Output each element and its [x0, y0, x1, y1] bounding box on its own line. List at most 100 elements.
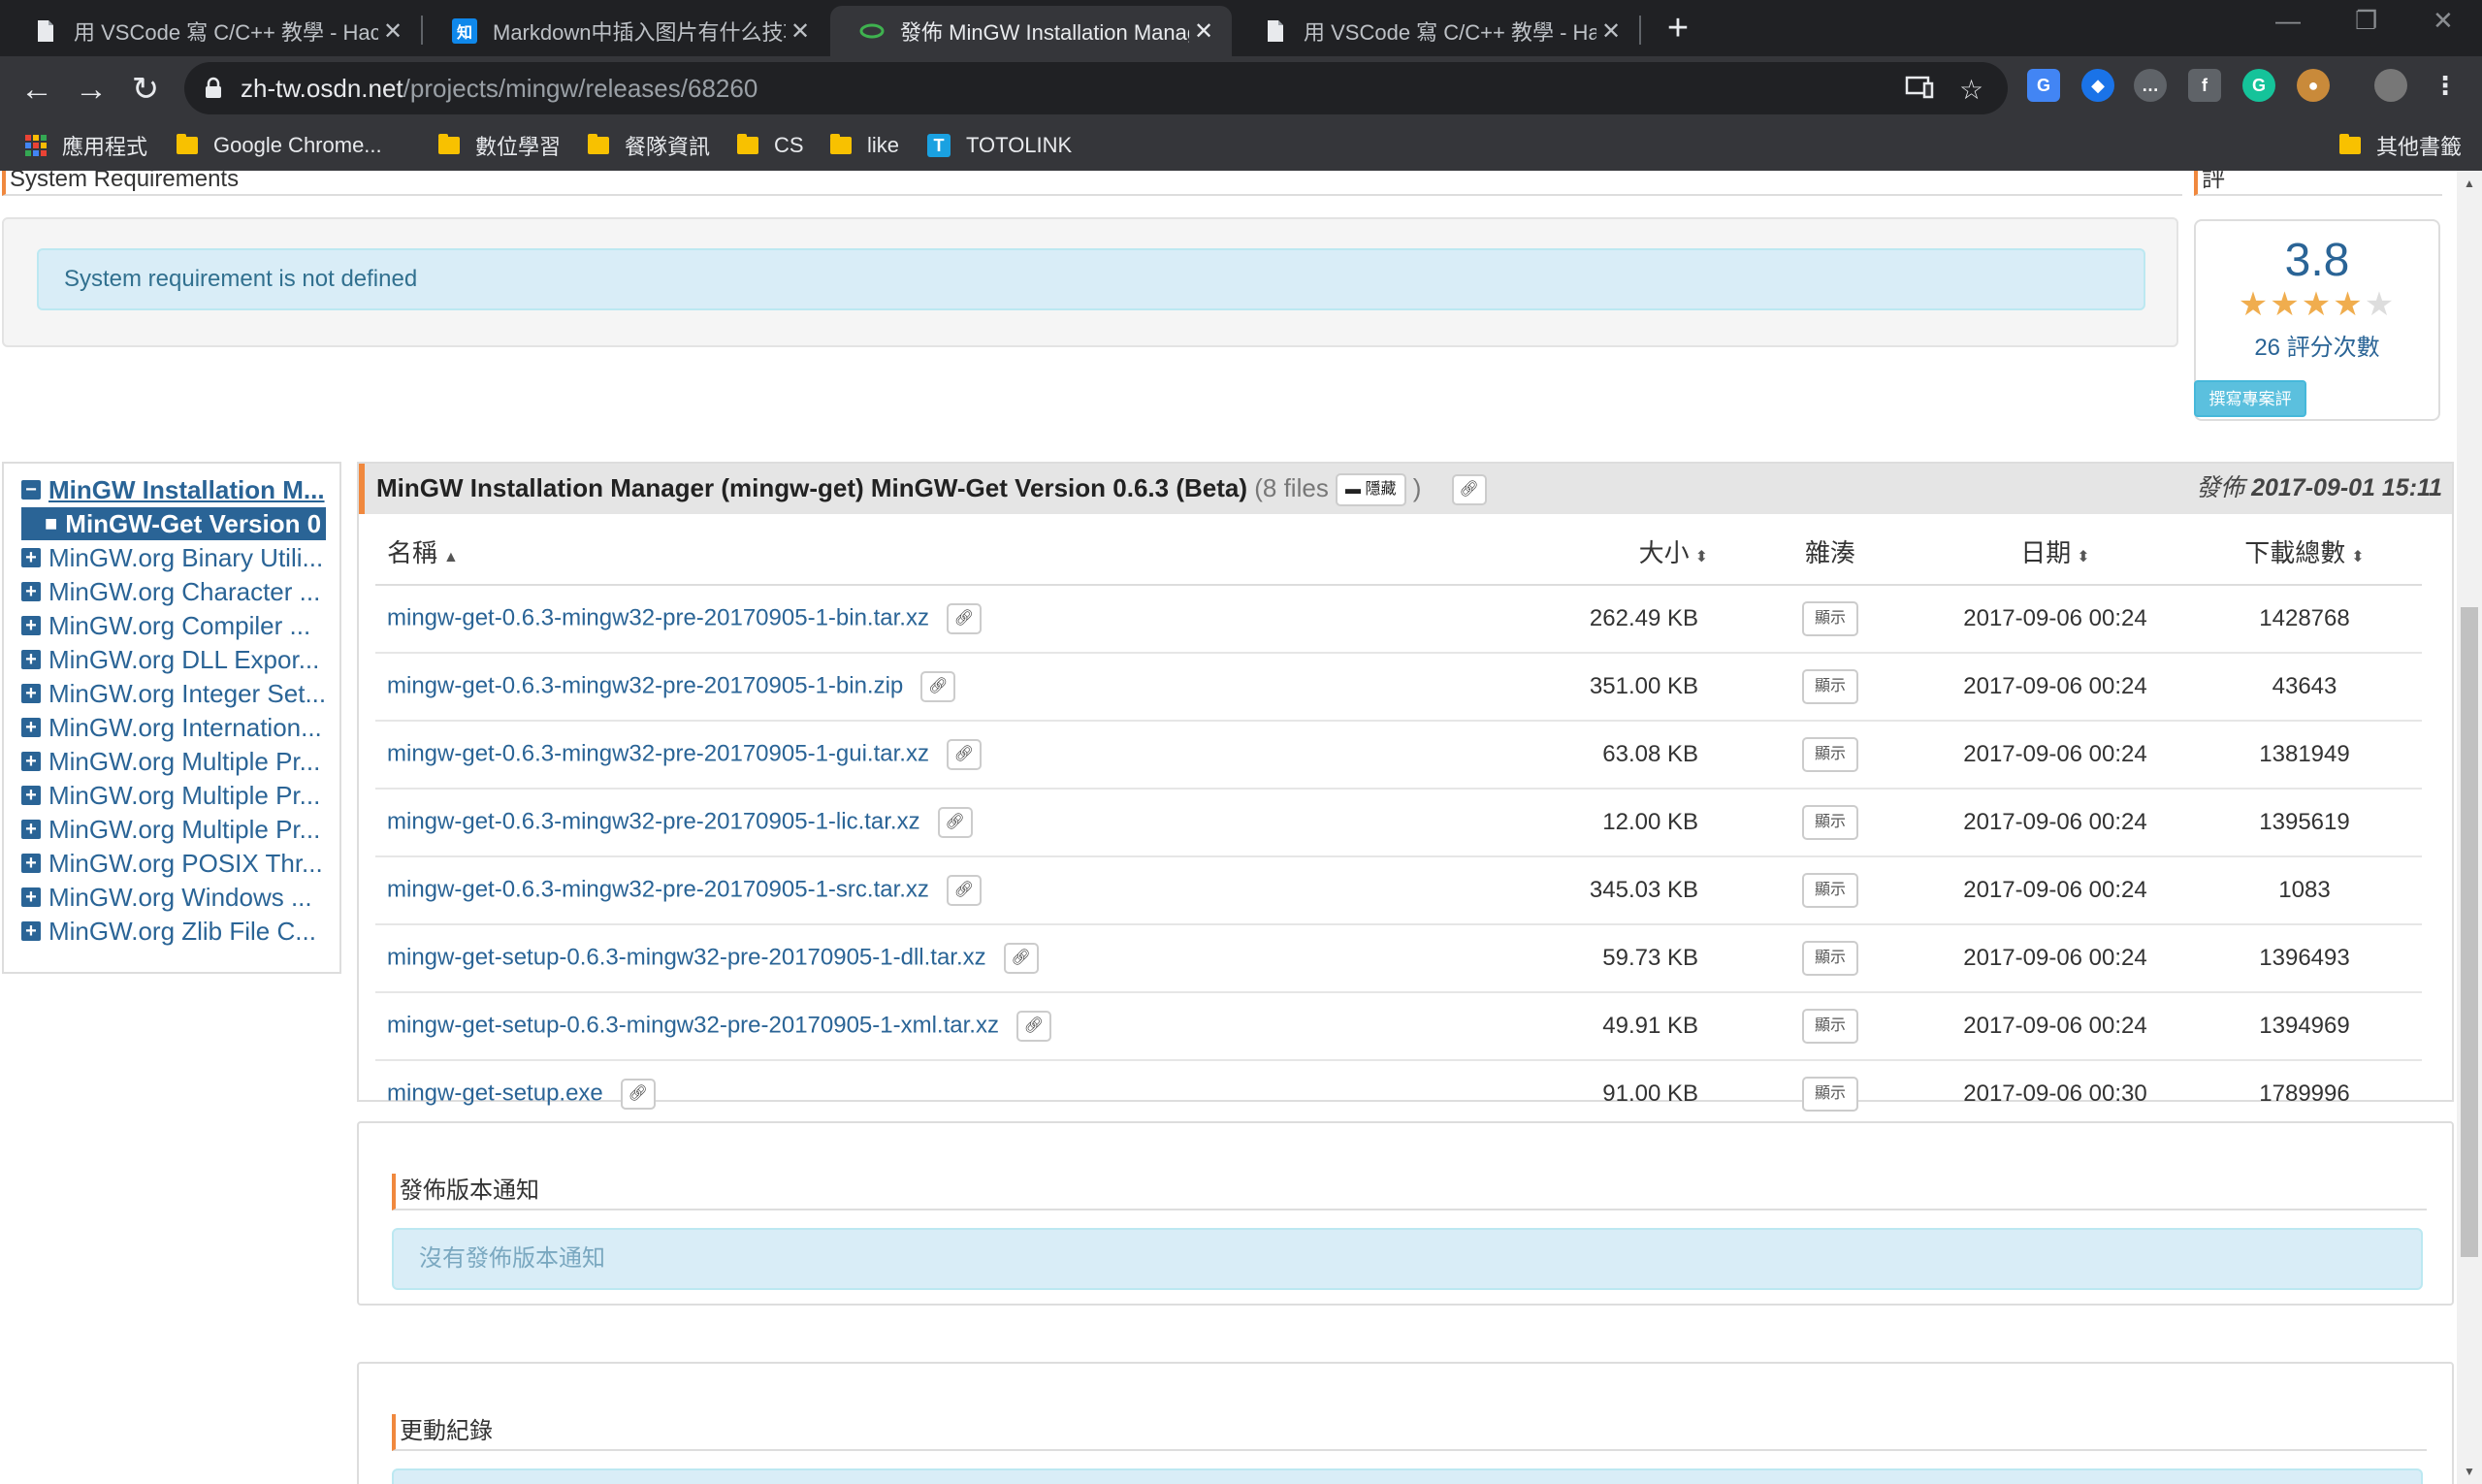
hide-button[interactable]: ▬ 隱藏 — [1336, 473, 1406, 507]
show-hash-button[interactable]: 顯示 — [1802, 941, 1858, 976]
scrollbar[interactable]: ▲ ▼ — [2457, 171, 2482, 1484]
close-icon[interactable]: ✕ — [378, 17, 407, 46]
reload-icon[interactable]: ↻ — [126, 70, 165, 109]
tree-item[interactable]: + MinGW.org Multiple Pr... — [21, 813, 320, 846]
tree-item[interactable]: + MinGW.org Zlib File C... — [21, 915, 316, 948]
tab-vscode-2[interactable]: 用 VSCode 寫 C/C++ 教學 - Hac ✕ — [1234, 6, 1639, 56]
permalink-icon[interactable]: 🔗︎ — [1451, 474, 1487, 506]
bookmark-folder[interactable]: CS — [737, 120, 804, 171]
file-link[interactable]: mingw-get-setup-0.6.3-mingw32-pre-201709… — [387, 1012, 999, 1038]
folder-icon — [438, 134, 460, 154]
close-icon[interactable]: ✕ — [786, 17, 815, 46]
tree-item[interactable]: + MinGW.org POSIX Thr... — [21, 847, 323, 880]
scroll-down-icon[interactable]: ▼ — [2464, 1465, 2475, 1478]
minimize-icon[interactable]: — — [2275, 6, 2301, 36]
file-link[interactable]: mingw-get-0.6.3-mingw32-pre-20170905-1-l… — [387, 808, 920, 834]
tree-item[interactable]: + MinGW.org Multiple Pr... — [21, 779, 320, 812]
plus-icon[interactable]: + — [21, 786, 41, 805]
file-link[interactable]: mingw-get-setup.exe — [387, 1080, 603, 1106]
star-bookmark-icon[interactable]: ☆ — [1959, 74, 1983, 106]
menu-icon[interactable]: ⋮ — [2429, 69, 2462, 102]
col-date[interactable]: 日期 ⬍ — [1923, 518, 2187, 586]
plus-icon[interactable]: + — [21, 887, 41, 907]
permalink-icon[interactable]: 🔗︎ — [946, 739, 982, 770]
show-hash-button[interactable]: 顯示 — [1802, 1077, 1858, 1112]
file-link[interactable]: mingw-get-0.6.3-mingw32-pre-20170905-1-s… — [387, 876, 929, 902]
forward-icon[interactable]: → — [72, 70, 111, 109]
url-path: /projects/mingw/releases/68260 — [403, 74, 758, 103]
permalink-icon[interactable]: 🔗︎ — [946, 603, 982, 634]
file-link[interactable]: mingw-get-0.6.3-mingw32-pre-20170905-1-b… — [387, 672, 903, 698]
avatar[interactable] — [2374, 69, 2407, 102]
plus-icon[interactable]: + — [21, 684, 41, 703]
tree-item[interactable]: + MinGW.org Multiple Pr... — [21, 745, 320, 778]
show-hash-button[interactable]: 顯示 — [1802, 805, 1858, 840]
tree-item[interactable]: + MinGW.org Windows ... — [21, 881, 312, 914]
bookmark-folder[interactable]: 餐隊資訊 — [588, 120, 710, 171]
permalink-icon[interactable]: 🔗︎ — [920, 671, 956, 702]
translate-icon[interactable]: G — [2027, 69, 2060, 102]
show-hash-button[interactable]: 顯示 — [1802, 1009, 1858, 1044]
permalink-icon[interactable]: 🔗︎ — [1015, 1011, 1051, 1042]
new-tab-button[interactable]: + — [1659, 10, 1697, 48]
restore-icon[interactable]: ❐ — [2355, 6, 2377, 36]
col-size[interactable]: 大小 ⬍ — [1455, 518, 1737, 586]
show-hash-button[interactable]: 顯示 — [1802, 669, 1858, 704]
permalink-icon[interactable]: 🔗︎ — [946, 875, 982, 906]
write-review-button[interactable]: 撰寫專案評 — [2194, 380, 2306, 417]
tab-markdown[interactable]: 知 Markdown中插入图片有什么技巧 ✕ — [423, 6, 828, 56]
plus-icon[interactable]: + — [21, 582, 41, 601]
grammarly-icon[interactable]: G — [2242, 69, 2275, 102]
plus-icon[interactable]: + — [21, 820, 41, 839]
show-hash-button[interactable]: 顯示 — [1802, 601, 1858, 636]
permalink-icon[interactable]: 🔗︎ — [937, 807, 973, 838]
bookmark-folder[interactable]: 數位學習 — [438, 120, 561, 171]
plus-icon[interactable]: + — [21, 718, 41, 737]
bookmark-folder[interactable]: Google Chrome... — [177, 120, 382, 171]
minus-icon[interactable]: − — [21, 480, 41, 500]
plus-icon[interactable]: + — [21, 650, 41, 669]
col-downloads[interactable]: 下載總數 ⬍ — [2187, 518, 2422, 586]
scrollbar-thumb[interactable] — [2461, 607, 2478, 1257]
tab-osdn-active[interactable]: 發佈 MinGW Installation Manag ✕ — [830, 6, 1232, 56]
plus-icon[interactable]: + — [21, 921, 41, 941]
scroll-up-icon[interactable]: ▲ — [2464, 177, 2475, 190]
tree-item-installation-manager[interactable]: − MinGW Installation M... — [21, 473, 325, 506]
plus-icon[interactable]: + — [21, 616, 41, 635]
permalink-icon[interactable]: 🔗︎ — [620, 1079, 656, 1110]
bookmark-totolink[interactable]: T TOTOLINK — [927, 120, 1072, 171]
plus-icon[interactable]: + — [21, 752, 41, 771]
show-hash-button[interactable]: 顯示 — [1802, 873, 1858, 908]
tree-item[interactable]: + MinGW.org Compiler ... — [21, 609, 310, 642]
tree-item[interactable]: + MinGW.org DLL Expor... — [21, 643, 319, 676]
permalink-icon[interactable]: 🔗︎ — [1003, 943, 1039, 974]
tree-item[interactable]: + MinGW.org Character ... — [21, 575, 320, 608]
plus-icon[interactable]: + — [21, 854, 41, 873]
rating-count[interactable]: 26 評分次數 — [2196, 328, 2438, 362]
close-icon[interactable]: ✕ — [1596, 17, 1626, 46]
cast-icon[interactable] — [1905, 74, 1934, 108]
tree-item[interactable]: + MinGW.org Binary Utili... — [21, 541, 323, 574]
back-icon[interactable]: ← — [17, 70, 56, 109]
close-icon[interactable]: ✕ — [1189, 17, 1218, 46]
file-link[interactable]: mingw-get-0.6.3-mingw32-pre-20170905-1-b… — [387, 604, 929, 630]
facebook-icon[interactable]: f — [2188, 69, 2221, 102]
tab-vscode-1[interactable]: 用 VSCode 寫 C/C++ 教學 - Hac ✕ — [4, 6, 421, 56]
bookmark-apps[interactable]: 應用程式 — [25, 120, 147, 171]
tree-item-selected[interactable]: ■ MinGW-Get Version 0 — [21, 507, 326, 540]
col-name[interactable]: 名稱 ▲ — [375, 518, 1455, 586]
close-window-icon[interactable]: ✕ — [2433, 6, 2454, 36]
address-bar[interactable]: zh-tw.osdn.net/projects/mingw/releases/6… — [184, 62, 2008, 114]
tab-title: 用 VSCode 寫 C/C++ 教學 - Hac — [74, 20, 378, 45]
show-hash-button[interactable]: 顯示 — [1802, 737, 1858, 772]
file-link[interactable]: mingw-get-setup-0.6.3-mingw32-pre-201709… — [387, 944, 986, 970]
tree-item[interactable]: + MinGW.org Integer Set... — [21, 677, 326, 710]
bookmark-other[interactable]: 其他書籤 — [2339, 120, 2462, 171]
file-link[interactable]: mingw-get-0.6.3-mingw32-pre-20170905-1-g… — [387, 740, 929, 766]
chat-ext-icon[interactable]: … — [2134, 69, 2167, 102]
plus-icon[interactable]: + — [21, 548, 41, 567]
cookie-icon[interactable]: ● — [2297, 69, 2330, 102]
bookmark-folder[interactable]: like — [830, 120, 899, 171]
bookmark-ext-icon[interactable]: ◆ — [2081, 69, 2114, 102]
tree-item[interactable]: + MinGW.org Internation... — [21, 711, 322, 744]
